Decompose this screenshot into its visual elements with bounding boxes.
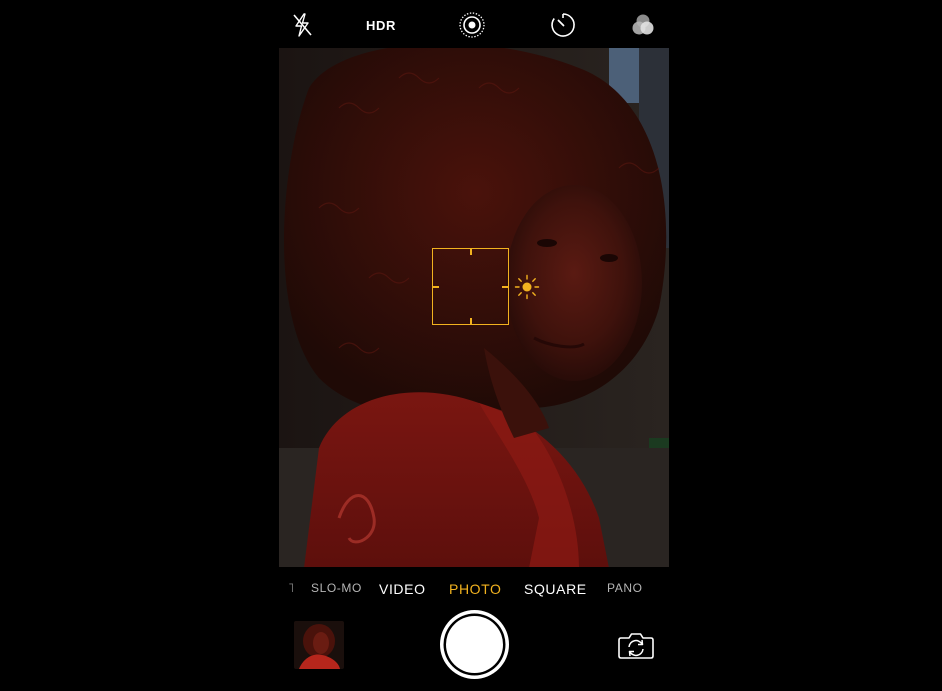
top-controls: HDR xyxy=(279,0,669,48)
filters-icon[interactable] xyxy=(629,8,657,42)
camera-flip-icon[interactable] xyxy=(617,630,655,660)
hdr-button[interactable]: HDR xyxy=(361,8,401,42)
viewfinder[interactable] xyxy=(279,48,669,567)
timer-icon[interactable] xyxy=(549,8,577,42)
shutter-button[interactable] xyxy=(440,610,509,679)
flash-off-icon[interactable] xyxy=(289,8,315,42)
shutter-icon xyxy=(446,616,503,673)
hdr-label: HDR xyxy=(366,17,396,33)
mode-selector: T SLO-MO VIDEO PHOTO SQUARE PANO xyxy=(279,576,669,602)
mode-video[interactable]: VIDEO xyxy=(379,581,426,597)
last-photo-thumbnail[interactable] xyxy=(294,621,344,669)
focus-square xyxy=(432,248,509,325)
sun-icon[interactable] xyxy=(514,274,540,300)
live-photo-icon[interactable] xyxy=(458,8,486,42)
mode-square[interactable]: SQUARE xyxy=(524,581,587,597)
mode-photo[interactable]: PHOTO xyxy=(449,581,502,597)
mode-pano[interactable]: PANO xyxy=(607,581,643,595)
mode-slo-mo[interactable]: SLO-MO xyxy=(311,581,362,595)
mode-partial-edge: T xyxy=(289,581,293,595)
camera-app: HDR T SLO-MO VIDEO PHOTO SQUARE PANO xyxy=(0,0,942,691)
